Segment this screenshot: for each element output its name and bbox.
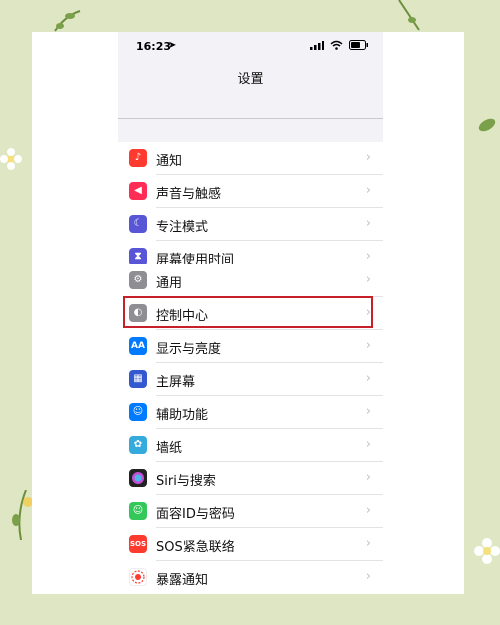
settings-item-siri[interactable]: Siri与搜索 › xyxy=(118,462,383,495)
settings-item-label: 显示与亮度 xyxy=(156,342,222,357)
settings-item-label: 声音与触感 xyxy=(156,187,222,202)
sos-icon: SOS xyxy=(129,535,147,553)
highlight-box-control-center xyxy=(123,296,373,328)
status-icons xyxy=(310,40,369,50)
settings-item-notifications[interactable]: ♪ 通知 › xyxy=(118,142,383,175)
chevron-right-icon: › xyxy=(365,249,371,264)
settings-item-label: 面容ID与密码 xyxy=(156,507,235,522)
status-time: 16:23 xyxy=(136,40,172,53)
chevron-right-icon: › xyxy=(365,183,371,198)
settings-item-label: 暴露通知 xyxy=(156,573,209,588)
settings-item-display[interactable]: AA 显示与亮度 › xyxy=(118,330,383,363)
siri-icon xyxy=(129,469,147,487)
settings-item-general[interactable]: ⚙ 通用 › xyxy=(118,264,383,297)
chevron-right-icon: › xyxy=(365,150,371,165)
accessibility-icon: ☺ xyxy=(129,403,147,421)
settings-item-focus[interactable]: ☾ 专注模式 › xyxy=(118,208,383,241)
flower-icon: ✿ xyxy=(129,436,147,454)
chevron-right-icon: › xyxy=(365,216,371,231)
battery-icon xyxy=(349,40,368,50)
chevron-right-icon: › xyxy=(365,371,371,386)
status-bar: 16:23 ➤ xyxy=(118,32,383,62)
settings-item-label: Siri与搜索 xyxy=(156,474,216,489)
settings-item-accessibility[interactable]: ☺ 辅助功能 › xyxy=(118,396,383,429)
chevron-right-icon: › xyxy=(365,536,371,551)
settings-item-label: 辅助功能 xyxy=(156,408,209,423)
bell-icon: ♪ xyxy=(129,149,147,167)
settings-item-wallpaper[interactable]: ✿ 墙纸 › xyxy=(118,429,383,462)
exposure-icon xyxy=(129,568,147,586)
flower-decoration-bottom-right xyxy=(474,538,500,564)
settings-item-sounds[interactable]: ◀ 声音与触感 › xyxy=(118,175,383,208)
settings-item-exposure[interactable]: 暴露通知 › xyxy=(118,561,383,594)
text-size-icon: AA xyxy=(129,337,147,355)
settings-item-label: 主屏幕 xyxy=(156,375,196,390)
settings-item-emergency-sos[interactable]: SOS SOS紧急联络 › xyxy=(118,528,383,561)
sprig-decoration-bottom-left xyxy=(12,490,33,540)
siri-orb-icon xyxy=(132,472,144,484)
settings-item-label: 通用 xyxy=(156,276,183,291)
chevron-right-icon: › xyxy=(365,272,371,287)
settings-item-label: SOS紧急联络 xyxy=(156,540,235,555)
settings-item-home-screen[interactable]: ▦ 主屏幕 › xyxy=(118,363,383,396)
settings-group-1: ♪ 通知 › ◀ 声音与触感 › ☾ 专注模式 › ⧗ 屏幕使用时间 › xyxy=(118,142,383,274)
wifi-icon xyxy=(330,40,343,50)
chevron-right-icon: › xyxy=(365,338,371,353)
chevron-right-icon: › xyxy=(365,404,371,419)
speaker-icon: ◀ xyxy=(129,182,147,200)
leaf-decoration-right xyxy=(478,118,496,132)
chevron-right-icon: › xyxy=(365,503,371,518)
exposure-dot-icon xyxy=(131,570,145,584)
cellular-signal-icon xyxy=(310,40,324,50)
settings-item-label: 通知 xyxy=(156,154,183,169)
location-arrow-icon: ➤ xyxy=(168,40,177,51)
flower-decoration-left xyxy=(0,148,22,170)
faceid-icon: ☺ xyxy=(129,502,147,520)
page-title: 设置 xyxy=(237,72,264,87)
chevron-right-icon: › xyxy=(365,470,371,485)
settings-item-label: 墙纸 xyxy=(156,441,183,456)
chevron-right-icon: › xyxy=(365,569,371,584)
settings-item-face-id[interactable]: ☺ 面容ID与密码 › xyxy=(118,495,383,528)
nav-divider xyxy=(118,118,383,119)
sprig-decoration-top-right xyxy=(398,0,420,31)
moon-icon: ☾ xyxy=(129,215,147,233)
gear-icon: ⚙ xyxy=(129,271,147,289)
chevron-right-icon: › xyxy=(365,437,371,452)
grid-icon: ▦ xyxy=(129,370,147,388)
settings-item-label: 专注模式 xyxy=(156,220,209,235)
